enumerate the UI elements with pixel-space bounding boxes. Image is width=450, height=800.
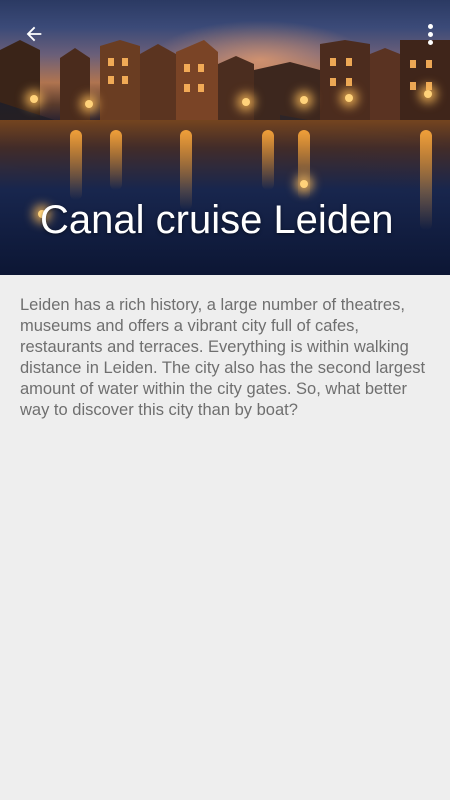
street-lamp [424,90,432,98]
street-lamp-reflection [300,180,308,188]
street-lamp [300,96,308,104]
more-vert-icon [427,23,433,29]
street-lamp [85,100,93,108]
street-lamp [345,94,353,102]
more-options-button[interactable] [420,14,440,54]
page-title: Canal cruise Leiden [40,198,394,242]
light-reflection [420,130,432,230]
light-reflection [298,130,310,200]
light-reflection [262,130,274,190]
street-lamp [242,98,250,106]
back-button[interactable] [14,14,54,54]
more-vert-icon [427,31,433,37]
street-lamp [30,95,38,103]
light-reflection [70,130,82,200]
light-reflection [110,130,122,190]
arrow-left-icon [26,26,42,42]
app-bar [0,0,450,70]
description-text: Leiden has a rich history, a large numbe… [20,296,426,419]
more-vert-icon [427,39,433,45]
